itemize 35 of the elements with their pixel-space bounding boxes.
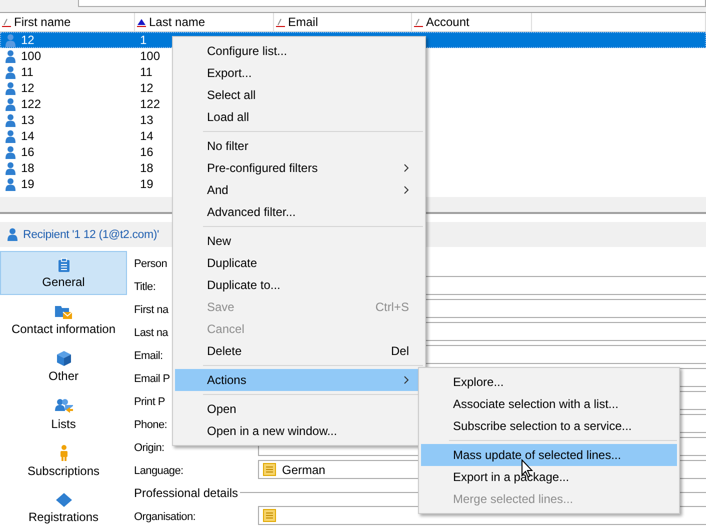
field-label: Email P (134, 372, 170, 384)
table-cell: 16 (140, 145, 154, 159)
field-label: Print P (134, 396, 165, 408)
field-label: Origin: (134, 442, 164, 454)
table-cell: 100 (140, 49, 160, 63)
table-cell: 18 (140, 161, 154, 175)
record-title: Recipient '1 12 (1@t2.com)' (23, 228, 159, 240)
field-label: Title: (134, 280, 156, 292)
field-label: Last na (134, 326, 168, 338)
field-label: Person (134, 258, 168, 270)
table-cell: 11 (21, 65, 34, 79)
table-cell: 18 (21, 161, 34, 175)
table-cell: 13 (140, 113, 154, 127)
field-label: Email: (134, 350, 163, 362)
table-cell: 1 (140, 33, 147, 47)
field-label: Organisation: (134, 510, 196, 522)
table-cell: 14 (140, 129, 154, 143)
shortcut-label: Ctrl+S (375, 300, 409, 314)
shortcut-label: Del (390, 344, 409, 358)
table-cell: 19 (21, 177, 34, 191)
table-cell: 12 (21, 33, 34, 47)
table-cell: 11 (140, 65, 152, 79)
section-heading: Professional details (134, 486, 238, 500)
field-label: Phone: (134, 418, 168, 430)
table-cell: 14 (21, 129, 34, 143)
field-label: First na (134, 304, 168, 316)
table-cell: 16 (21, 145, 34, 159)
table-cell: 12 (21, 81, 34, 95)
table-cell: 19 (140, 177, 154, 191)
table-cell: 122 (21, 97, 42, 111)
table-cell: 13 (21, 113, 34, 127)
table-cell: 12 (140, 81, 154, 95)
table-cell: 122 (140, 97, 160, 111)
table-cell: 100 (21, 49, 42, 63)
field-label: Language: (134, 464, 184, 476)
